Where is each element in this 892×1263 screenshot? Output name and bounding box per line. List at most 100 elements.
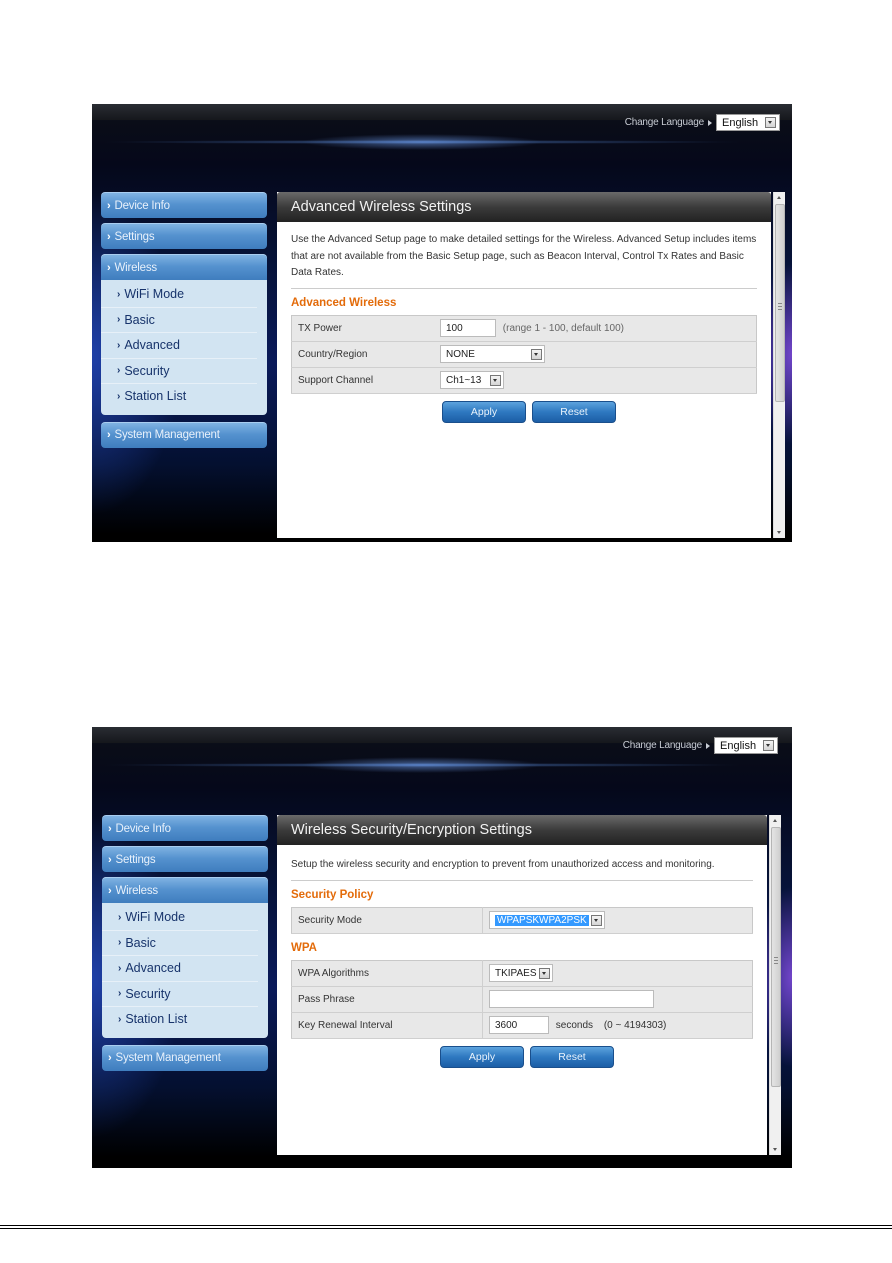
form-row-wpa-algorithms: WPA Algorithms TKIPAES — [291, 960, 753, 987]
sidebar-item-device-info[interactable]: › Device Info — [101, 192, 267, 218]
scroll-up-arrow-icon[interactable] — [773, 819, 777, 822]
chevron-right-icon: › — [117, 339, 121, 351]
change-language-label: Change Language — [624, 117, 705, 128]
dropdown-arrow-icon[interactable] — [591, 914, 602, 926]
submenu-item-basic[interactable]: › Basic — [102, 931, 258, 956]
security-mode-select[interactable]: WPAPSKWPA2PSK — [489, 911, 605, 929]
sidebar-item-system-management[interactable]: › System Management — [101, 421, 267, 448]
submenu-item-basic[interactable]: › Basic — [101, 308, 257, 333]
chevron-right-icon: › — [108, 822, 112, 835]
support-channel-label: Support Channel — [291, 367, 434, 394]
wpa-algorithms-value: TKIPAES — [495, 967, 537, 979]
sidebar-item-label: Wireless — [114, 261, 157, 274]
sidebar-item-wireless[interactable]: › Wireless — [102, 877, 268, 903]
scrollbar-thumb[interactable] — [775, 204, 785, 402]
submenu-item-security[interactable]: › Security — [101, 359, 257, 384]
form-row-pass-phrase: Pass Phrase — [291, 986, 753, 1013]
content-body: Use the Advanced Setup page to make deta… — [277, 222, 771, 423]
scroll-up-arrow-icon[interactable] — [777, 196, 781, 199]
grip-icon — [774, 957, 778, 964]
submenu-item-label: Security — [125, 986, 171, 1001]
country-region-label: Country/Region — [291, 341, 434, 368]
dropdown-arrow-icon[interactable] — [763, 740, 774, 751]
apply-button[interactable]: Apply — [440, 1045, 524, 1068]
pass-phrase-input[interactable] — [489, 990, 654, 1008]
language-value: English — [722, 116, 759, 129]
chevron-right-icon: › — [108, 884, 112, 897]
submenu-item-station-list[interactable]: › Station List — [101, 384, 257, 409]
wpa-algorithms-select[interactable]: TKIPAES — [489, 964, 553, 982]
sidebar-item-label: Settings — [115, 853, 156, 866]
language-value: English — [720, 739, 757, 752]
reset-button[interactable]: Reset — [530, 1045, 614, 1068]
advanced-wireless-form: TX Power 100 (range 1 - 100, default 100… — [291, 314, 757, 394]
chevron-right-icon: › — [117, 288, 121, 300]
chevron-right-icon: › — [118, 937, 122, 949]
support-channel-select[interactable]: Ch1~13 — [440, 371, 504, 389]
submenu-item-wifi-mode[interactable]: › WiFi Mode — [101, 282, 257, 308]
country-region-value: NONE — [446, 348, 475, 360]
sidebar-item-label: Wireless — [115, 884, 158, 897]
dropdown-arrow-icon[interactable] — [490, 374, 501, 386]
tx-power-input[interactable]: 100 — [440, 319, 496, 337]
submenu-item-label: Advanced — [124, 338, 180, 353]
sidebar-item-label: Settings — [114, 230, 155, 243]
scrollbar-thumb[interactable] — [771, 827, 781, 1087]
chevron-right-icon: › — [117, 390, 121, 402]
submenu-item-advanced[interactable]: › Advanced — [102, 956, 258, 982]
wpa-form: WPA Algorithms TKIPAES Pass Phrase Key R… — [291, 959, 753, 1039]
advanced-wireless-screenshot: Change Language English › Device Info › Se… — [92, 104, 792, 542]
section-title-advanced-wireless: Advanced Wireless — [291, 296, 397, 309]
sidebar-item-label: System Management — [114, 429, 220, 441]
dropdown-arrow-icon[interactable] — [539, 967, 550, 979]
content-scrollbar[interactable] — [769, 815, 781, 1155]
submenu-item-label: Security — [124, 363, 170, 378]
language-switcher: Change Language English — [625, 114, 780, 131]
dropdown-arrow-icon[interactable] — [765, 117, 776, 128]
page-title: Wireless Security/Encryption Settings — [277, 815, 767, 845]
sidebar: › Device Info › Settings › Wireless › WiFi M… — [101, 192, 267, 453]
key-renewal-input[interactable]: 3600 — [489, 1016, 549, 1034]
scroll-down-arrow-icon[interactable] — [773, 1148, 777, 1151]
dropdown-arrow-icon[interactable] — [531, 348, 542, 360]
play-arrow-icon — [706, 742, 710, 749]
language-select[interactable]: English — [714, 737, 778, 754]
wireless-security-screenshot: Change Language English › Device Info › Se… — [92, 727, 792, 1168]
submenu-item-label: Station List — [125, 1012, 188, 1027]
grip-icon — [778, 303, 782, 310]
sidebar-item-system-management[interactable]: › System Management — [102, 1044, 268, 1071]
security-mode-value: WPAPSKWPA2PSK — [495, 914, 589, 926]
submenu-item-wifi-mode[interactable]: › WiFi Mode — [102, 905, 258, 931]
sidebar-item-label: Device Info — [115, 822, 171, 835]
form-row-tx-power: TX Power 100 (range 1 - 100, default 100… — [291, 315, 757, 342]
chevron-right-icon: › — [107, 429, 111, 441]
submenu-item-label: Basic — [124, 312, 155, 327]
form-row-security-mode: Security Mode WPAPSKWPA2PSK — [291, 907, 753, 934]
wireless-submenu: › WiFi Mode › Basic › Advanced › Security › S… — [102, 903, 268, 1038]
submenu-item-station-list[interactable]: › Station List — [102, 1007, 258, 1032]
chevron-right-icon: › — [108, 1052, 112, 1064]
submenu-item-label: WiFi Mode — [125, 910, 186, 925]
submenu-item-label: Basic — [125, 935, 156, 950]
section-title-security-policy: Security Policy — [291, 888, 374, 901]
content-scrollbar[interactable] — [773, 192, 785, 538]
apply-button[interactable]: Apply — [442, 400, 526, 423]
submenu-item-advanced[interactable]: › Advanced — [101, 333, 257, 359]
chevron-right-icon: › — [118, 1013, 122, 1025]
pass-phrase-label: Pass Phrase — [291, 986, 483, 1013]
sidebar-item-wireless[interactable]: › Wireless — [101, 254, 267, 280]
scroll-down-arrow-icon[interactable] — [777, 531, 781, 534]
sidebar-item-device-info[interactable]: › Device Info — [102, 815, 268, 841]
change-language-label: Change Language — [622, 740, 703, 751]
security-mode-label: Security Mode — [291, 907, 483, 934]
reset-button[interactable]: Reset — [532, 400, 616, 423]
security-policy-form: Security Mode WPAPSKWPA2PSK — [291, 906, 753, 934]
chevron-right-icon: › — [118, 962, 122, 974]
language-select[interactable]: English — [716, 114, 780, 131]
sidebar-group-wireless: › Wireless › WiFi Mode › Basic › Advanced › S… — [101, 254, 267, 415]
form-row-support-channel: Support Channel Ch1~13 — [291, 367, 757, 394]
submenu-item-security[interactable]: › Security — [102, 982, 258, 1007]
sidebar-item-settings[interactable]: › Settings — [102, 846, 268, 872]
country-region-select[interactable]: NONE — [440, 345, 545, 363]
sidebar-item-settings[interactable]: › Settings — [101, 223, 267, 249]
